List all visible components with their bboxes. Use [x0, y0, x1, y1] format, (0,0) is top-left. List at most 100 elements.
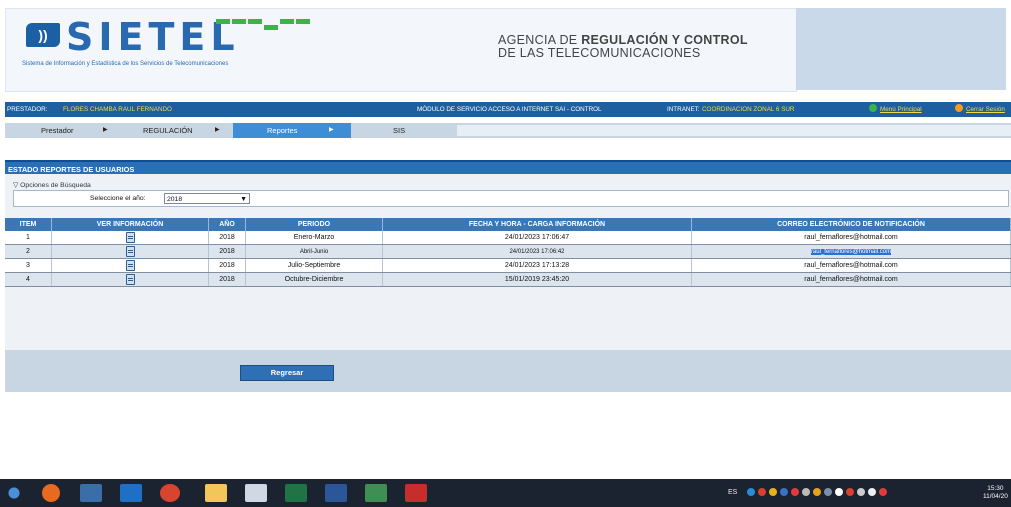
col-item: ITEM [5, 218, 52, 231]
tray-app-icon[interactable] [813, 488, 822, 497]
table-header-row: ITEM VER INFORMACIÓN AÑO PERIODO FECHA Y… [5, 218, 1011, 231]
view-info-button[interactable] [51, 258, 209, 273]
clock-date: 11/04/20 [983, 493, 1008, 500]
header-banner: )) SIETEL Sistema de Información y Estad… [5, 8, 797, 92]
start-button-icon[interactable] [4, 484, 24, 502]
module-title: MÓDULO DE SERVICIO ACCESO A INTERNET SAI… [417, 106, 602, 113]
year-select[interactable]: 2018 ▼ [164, 193, 250, 204]
tab-regulacion[interactable]: REGULACIÓN [143, 123, 193, 138]
cell-datetime: 24/01/2023 17:13:28 [382, 258, 692, 273]
tray-app-icon[interactable] [769, 488, 778, 497]
taskbar: ES 15:30 11/04/20 [0, 479, 1011, 507]
tray-app-icon[interactable] [747, 488, 756, 497]
word-icon[interactable] [325, 484, 347, 502]
tray-app-icon[interactable] [791, 488, 800, 497]
prestador-name: FLORES CHAMBA RAUL FERNANDO [63, 106, 172, 113]
prestador-label: PRESTADOR: [7, 106, 48, 113]
document-icon [125, 232, 135, 243]
regresar-button[interactable]: Regresar [240, 365, 334, 381]
col-anio: AÑO [208, 218, 246, 231]
cell-year: 2018 [208, 258, 246, 273]
cell-period: Octubre-Diciembre [245, 272, 383, 287]
file-explorer-icon[interactable] [205, 484, 227, 502]
cell-email: raul_fernaflores@hotmail.com [691, 258, 1011, 273]
cell-period: Enero-Marzo [245, 231, 383, 245]
cell-item: 4 [5, 272, 52, 287]
chrome-icon[interactable] [160, 484, 180, 502]
chevron-down-icon: ▼ [240, 196, 247, 203]
intranet-label: INTRANET: [667, 106, 700, 113]
network-icon[interactable] [824, 488, 833, 497]
agency-title: AGENCIA DE REGULACIÓN Y CONTROL DE LAS T… [498, 33, 748, 60]
col-correo: CORREO ELECTRÓNICO DE NOTIFICACIÓN [691, 218, 1011, 231]
logo-subtitle: Sistema de Información y Estadística de … [22, 61, 229, 67]
cell-item: 2 [5, 244, 52, 259]
excel-icon[interactable] [285, 484, 307, 502]
selected-email-text: raul_fernaflores@hotmail.com [810, 249, 892, 255]
tray-app-icon[interactable] [879, 488, 888, 497]
notepad-icon[interactable] [245, 484, 267, 502]
table-row: 1 2018 Enero-Marzo 24/01/2023 17:06:47 r… [5, 231, 1011, 245]
logo-bars-decoration [216, 19, 312, 30]
table-row: 2 2018 Abril-Junio 24/01/2023 17:06:42 r… [5, 244, 1011, 259]
tray-app-icon[interactable] [758, 488, 767, 497]
info-bar: PRESTADOR: FLORES CHAMBA RAUL FERNANDO M… [5, 102, 1011, 117]
menu-principal-link[interactable]: Menú Principal [869, 102, 922, 117]
cell-email: raul_fernaflores@hotmail.com [691, 244, 1011, 259]
cell-email: raul_fernaflores@hotmail.com [691, 231, 1011, 245]
volume-icon[interactable] [835, 488, 844, 497]
refresh-icon [869, 104, 877, 112]
cell-datetime: 15/01/2019 23:45:20 [382, 272, 692, 287]
cell-year: 2018 [208, 272, 246, 287]
tray-app-icon[interactable] [780, 488, 789, 497]
language-indicator[interactable]: ES [728, 489, 737, 496]
document-icon [125, 246, 135, 257]
document-icon [125, 260, 135, 271]
year-label: Seleccione el año: [90, 195, 146, 202]
panel-footer [5, 350, 1011, 392]
cerrar-sesion-link[interactable]: Cerrar Sesión [955, 102, 1005, 117]
table-row: 4 2018 Octubre-Diciembre 15/01/2019 23:4… [5, 272, 1011, 287]
cell-item: 1 [5, 231, 52, 245]
outlook-icon[interactable] [120, 484, 142, 502]
tab-reportes[interactable]: Reportes ▶ [233, 123, 351, 138]
image-viewer-icon[interactable] [365, 484, 387, 502]
header-banner-side [796, 8, 1006, 90]
chevron-right-icon: ▶ [103, 127, 108, 133]
cell-period: Abril-Junio [245, 244, 383, 259]
main-nav: Prestador ▶ REGULACIÓN ▶ Reportes ▶ SIS [5, 123, 1011, 138]
tray-app-icon[interactable] [857, 488, 866, 497]
document-icon [125, 274, 135, 285]
col-fecha-hora: FECHA Y HORA - CARGA INFORMACIÓN [382, 218, 692, 231]
view-info-button[interactable] [51, 244, 209, 259]
view-info-button[interactable] [51, 231, 209, 245]
search-box: Seleccione el año: 2018 ▼ [13, 190, 1009, 207]
sietel-logo-icon: )) [26, 23, 60, 47]
cell-datetime: 24/01/2023 17:06:42 [382, 244, 692, 259]
taskbar-clock[interactable]: 15:30 11/04/20 [983, 485, 1008, 501]
pdf-reader-icon[interactable] [405, 484, 427, 502]
clock-time: 15:30 [987, 485, 1004, 492]
tab-prestador[interactable]: Prestador [41, 123, 74, 138]
cell-email: raul_fernaflores@hotmail.com [691, 272, 1011, 287]
reports-table: ITEM VER INFORMACIÓN AÑO PERIODO FECHA Y… [5, 218, 1011, 287]
col-periodo: PERIODO [245, 218, 383, 231]
tray-app-icon[interactable] [846, 488, 855, 497]
cell-year: 2018 [208, 231, 246, 245]
tab-sis[interactable]: SIS [393, 123, 405, 138]
action-center-icon[interactable] [868, 488, 877, 497]
col-ver-informacion: VER INFORMACIÓN [51, 218, 209, 231]
table-row: 3 2018 Julio-Septiembre 24/01/2023 17:13… [5, 258, 1011, 273]
view-info-button[interactable] [51, 272, 209, 287]
intranet-value: COORDINACION ZONAL 6 SUR [702, 106, 795, 113]
cell-datetime: 24/01/2023 17:06:47 [382, 231, 692, 245]
search-options-toggle[interactable]: ▽ Opciones de Búsqueda [13, 181, 91, 189]
cell-year: 2018 [208, 244, 246, 259]
nav-filler [457, 125, 1011, 136]
app-icon[interactable] [80, 484, 102, 502]
sietel-logo-text: SIETEL [66, 15, 240, 59]
firefox-icon[interactable] [42, 484, 60, 502]
tray-app-icon[interactable] [802, 488, 811, 497]
chevron-right-icon: ▶ [215, 127, 220, 133]
cell-period: Julio-Septiembre [245, 258, 383, 273]
